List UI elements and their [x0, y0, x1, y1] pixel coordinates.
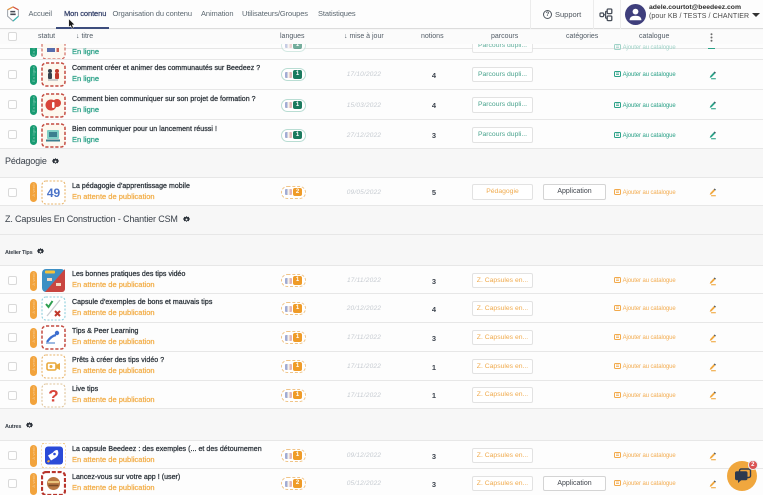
svg-text:?: ? [48, 386, 58, 405]
svg-text:49: 49 [47, 186, 61, 200]
